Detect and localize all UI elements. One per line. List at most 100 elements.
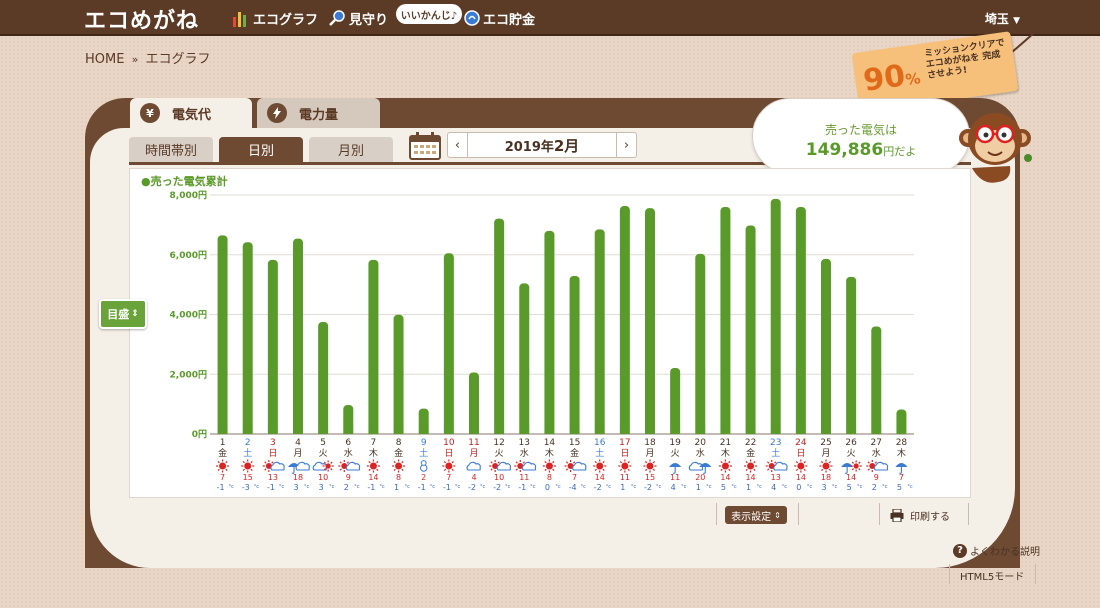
temp-high-label: 14	[796, 473, 806, 482]
sun-ray	[225, 460, 228, 464]
region-selector[interactable]: 埼玉 ▼	[985, 10, 1020, 27]
temp-low-label: -4	[569, 483, 577, 492]
x-weekday-label: 土	[595, 447, 604, 459]
sun-ray	[225, 468, 228, 472]
chart-bar	[368, 259, 379, 434]
chart-bar-base	[846, 430, 857, 434]
app-logo[interactable]: エコめがね	[84, 3, 199, 35]
sun-ray	[602, 468, 605, 472]
divider	[879, 503, 880, 525]
x-day-label: 15	[569, 438, 580, 448]
temp-high-label: 7	[220, 473, 225, 482]
sun-ray	[774, 461, 777, 464]
chart-bar-base	[368, 430, 379, 434]
temp-unit-label: °c	[857, 484, 863, 490]
sun-disc	[646, 462, 654, 470]
x-weekday-label: 月	[821, 448, 830, 459]
sun-ray	[644, 460, 648, 464]
sun-ray	[867, 461, 870, 464]
sun-disc	[721, 462, 729, 470]
x-day-label: 5	[320, 438, 326, 448]
sun-ray	[627, 468, 630, 472]
next-month-button[interactable]: ›	[616, 133, 636, 157]
sun-icon	[794, 459, 808, 473]
temp-low-label: 5	[847, 483, 852, 492]
sun-ray	[451, 460, 454, 464]
cloud-icon	[466, 461, 481, 471]
temp-unit-label: °c	[530, 484, 536, 490]
sun-ray	[401, 460, 404, 464]
temp-low-label: 3	[293, 483, 298, 492]
temp-unit-label: °c	[505, 484, 511, 490]
sun-ray	[217, 460, 220, 464]
chart-bar-base	[242, 430, 253, 434]
temp-low-label: -1	[367, 483, 375, 492]
subtab-hourly[interactable]: 時間帯別	[129, 137, 213, 162]
display-settings-button[interactable]: 表示設定 ⇕	[725, 506, 787, 524]
temp-low-label: 3	[319, 483, 324, 492]
sun-ray	[376, 468, 379, 472]
prev-month-button[interactable]: ‹	[448, 133, 468, 157]
sun-ray	[874, 461, 877, 464]
temp-high-label: 20	[695, 473, 705, 482]
temp-high-label: 15	[645, 473, 655, 482]
temp-unit-label: °c	[430, 484, 436, 490]
chart-bar-base	[645, 430, 655, 434]
cloud-shape	[345, 461, 361, 471]
breadcrumb-home[interactable]: HOME	[85, 52, 124, 67]
subtab-daily[interactable]: 日別	[219, 137, 303, 162]
html5-mode-link[interactable]: HTML5モード	[960, 568, 1024, 583]
sun-ray	[242, 468, 245, 472]
tab-electricity-cost[interactable]: ¥ 電気代	[130, 98, 252, 128]
chart-bar-base	[519, 430, 530, 434]
sun-ray	[820, 460, 824, 464]
x-day-label: 22	[745, 438, 756, 448]
subtab-monthly[interactable]: 月別	[309, 137, 393, 162]
cloud-shape	[466, 461, 481, 471]
help-link[interactable]: ? よくわかる説明	[953, 543, 1040, 558]
print-button[interactable]: 印刷する	[890, 506, 950, 524]
x-weekday-label: 日	[796, 448, 805, 459]
sun-ray	[728, 468, 731, 472]
chart-bar	[494, 218, 505, 434]
x-weekday-label: 日	[268, 448, 277, 459]
temp-unit-label: °c	[581, 484, 587, 490]
sun-ray	[820, 468, 824, 472]
sun-ray	[767, 461, 770, 464]
breadcrumb-current: エコグラフ	[145, 52, 211, 67]
sun-ray	[490, 468, 493, 471]
bar-chart-icon	[233, 12, 246, 27]
nav-item-mimamori[interactable]: 見守り	[328, 8, 388, 28]
x-day-label: 28	[896, 438, 908, 448]
sun-cloud-icon	[564, 460, 587, 472]
temp-high-label: 14	[846, 473, 856, 482]
tab-electricity-amount[interactable]: 電力量	[257, 98, 380, 128]
sun-cloud-icon	[338, 460, 361, 472]
x-day-label: 18	[644, 438, 656, 448]
sun-ray	[330, 468, 333, 471]
calendar-icon[interactable]	[409, 132, 441, 160]
temp-high-label: 9	[346, 473, 351, 482]
scale-toggle-button[interactable]: 目盛 ⇕	[99, 299, 147, 329]
x-day-label: 8	[396, 438, 402, 448]
nav-item-ecograph[interactable]: エコグラフ	[232, 8, 318, 28]
temp-unit-label: °c	[631, 484, 637, 490]
sun-disc	[395, 462, 403, 470]
sun-ray	[858, 468, 861, 471]
x-day-label: 6	[345, 438, 351, 448]
temp-unit-label: °c	[455, 484, 461, 490]
x-day-label: 7	[371, 438, 377, 448]
sun-ray	[619, 468, 623, 472]
sun-ray	[652, 460, 656, 464]
sun-ray	[728, 460, 731, 464]
nav-item-eco-savings[interactable]: エコ貯金	[464, 8, 535, 28]
chart-bar	[821, 258, 831, 434]
x-day-label: 24	[795, 438, 807, 448]
x-day-label: 20	[695, 438, 707, 448]
sun-ray	[828, 468, 832, 472]
divider	[716, 503, 717, 525]
sun-icon	[366, 459, 380, 473]
chart-bar-base	[544, 430, 555, 434]
x-day-label: 11	[468, 438, 479, 448]
x-weekday-label: 日	[620, 448, 629, 459]
